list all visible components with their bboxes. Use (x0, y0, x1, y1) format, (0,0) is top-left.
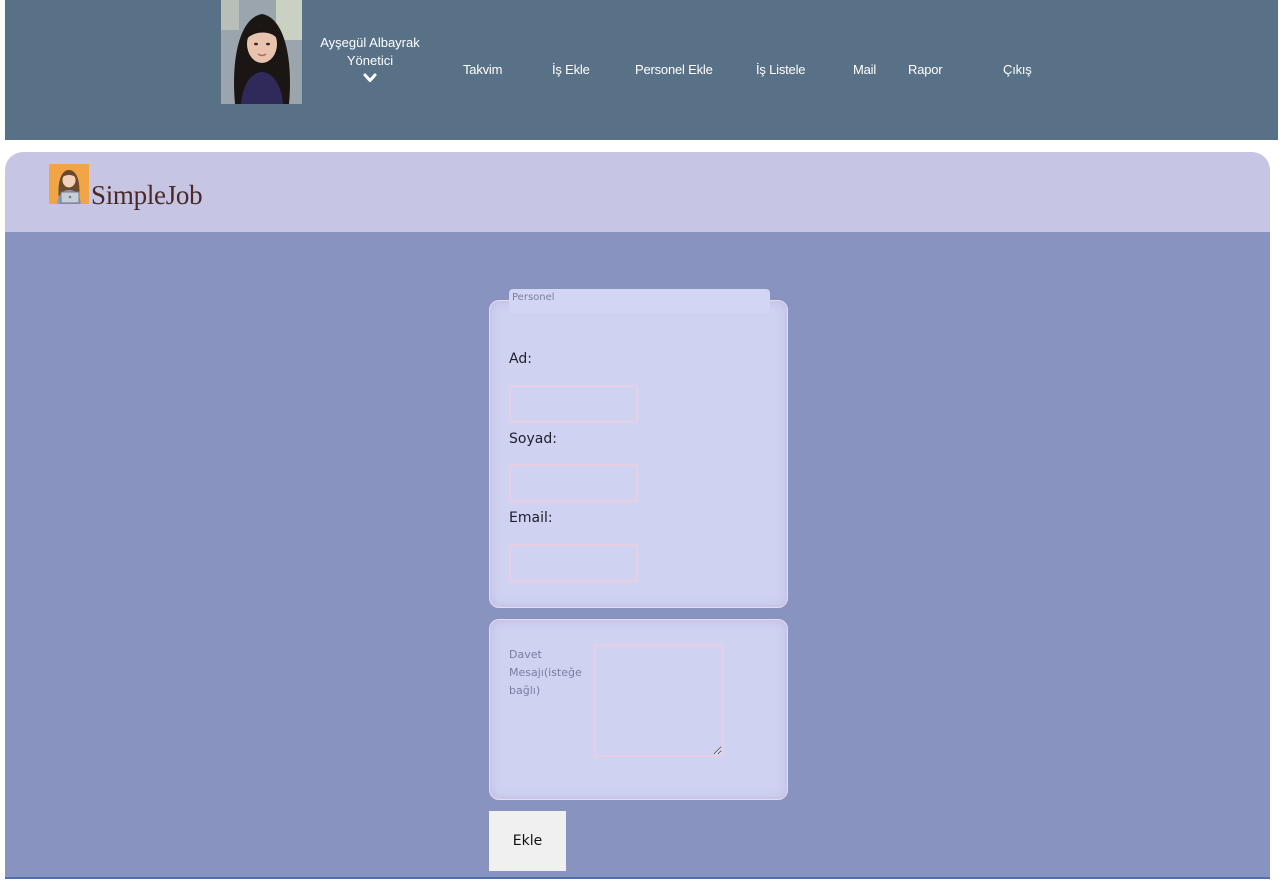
office-worker-icon (49, 164, 89, 204)
brand-header: SimpleJob (5, 152, 1270, 232)
ad-input[interactable] (509, 385, 638, 423)
nav-item-cikis[interactable]: Çıkış (1003, 62, 1032, 77)
user-role: Yönetici (346, 53, 394, 68)
davet-label: Davet Mesajı(isteğe bağlı) (509, 648, 582, 697)
user-avatar[interactable] (221, 0, 302, 104)
personel-fieldset: Personel Ad: Soyad: Email: (489, 289, 788, 608)
nav-item-rapor[interactable]: Rapor (908, 62, 943, 77)
brand-name: SimpleJob (91, 180, 203, 210)
soyad-input[interactable] (509, 464, 638, 502)
ekle-button[interactable]: Ekle (489, 811, 566, 871)
nav-item-mail[interactable]: Mail (853, 62, 876, 77)
user-photo-icon (221, 0, 302, 104)
nav-item-takvim[interactable]: Takvim (463, 62, 502, 77)
fieldset-legend: Personel (509, 289, 770, 313)
soyad-label: Soyad: (509, 431, 557, 447)
email-input[interactable] (509, 544, 638, 582)
user-menu[interactable]: Ayşegül Albayrak Yönetici (315, 34, 425, 84)
main-content: Personel Ad: Soyad: Email: Davet Mesajı(… (5, 232, 1270, 877)
bottom-divider (5, 877, 1270, 879)
nav-item-is-listele[interactable]: İş Listele (756, 62, 806, 77)
user-name: Ayşegül Albayrak (320, 35, 420, 50)
email-label: Email: (509, 510, 553, 526)
nav-item-is-ekle[interactable]: İş Ekle (552, 62, 590, 77)
davet-fieldset: Davet Mesajı(isteğe bağlı) (489, 619, 788, 800)
davet-textarea[interactable] (594, 644, 724, 757)
ad-label: Ad: (509, 351, 532, 367)
nav-item-personel-ekle[interactable]: Personel Ekle (635, 62, 713, 77)
chevron-down-icon[interactable] (363, 72, 377, 84)
top-navbar: Ayşegül Albayrak Yönetici Takvim İş Ekle… (5, 0, 1278, 140)
